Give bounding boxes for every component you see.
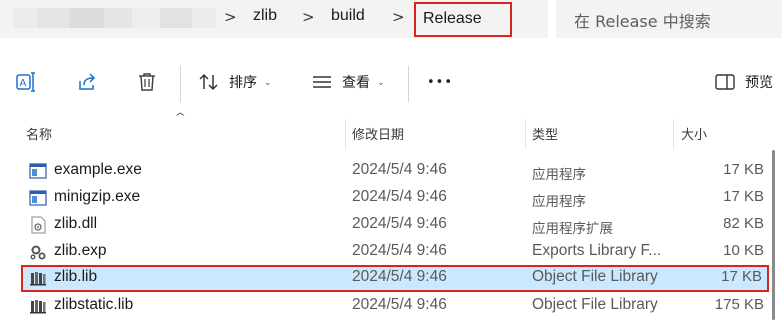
file-row[interactable]: example.exe 2024/5/4 9:46 应用程序 17 KB xyxy=(21,158,769,185)
file-size: 17 KB xyxy=(723,188,764,205)
view-button[interactable]: 查看 ⌄ xyxy=(311,64,385,100)
file-size: 17 KB xyxy=(721,268,762,285)
more-options-button[interactable]: ••• xyxy=(427,64,453,100)
exe-icon xyxy=(29,189,47,207)
file-modified-date: 2024/5/4 9:46 xyxy=(352,215,447,232)
column-header-type[interactable]: 类型 xyxy=(532,124,558,154)
search-placeholder: 在 Release 中搜索 xyxy=(574,12,711,31)
blurred-path-segment xyxy=(132,8,160,28)
chevron-right-icon: > xyxy=(224,8,237,26)
breadcrumb-current-release[interactable]: Release xyxy=(414,2,512,37)
breadcrumb-build[interactable]: build xyxy=(331,7,365,25)
scrollbar[interactable] xyxy=(772,150,775,320)
column-divider[interactable] xyxy=(673,119,674,149)
file-type: 应用程序 xyxy=(532,194,586,210)
blurred-path-segment xyxy=(38,8,70,28)
file-size: 10 KB xyxy=(723,242,764,259)
chevron-down-icon: ⌄ xyxy=(377,78,385,88)
lib-icon xyxy=(29,269,47,287)
share-icon xyxy=(79,73,96,90)
file-size: 175 KB xyxy=(714,296,764,313)
column-divider[interactable] xyxy=(525,119,526,149)
exe-icon xyxy=(29,162,47,180)
file-modified-date: 2024/5/4 9:46 xyxy=(352,161,447,178)
file-type: 应用程序 xyxy=(532,167,586,183)
file-name: zlib.exp xyxy=(54,242,107,259)
file-size: 17 KB xyxy=(723,161,764,178)
file-name: zlib.dll xyxy=(54,215,98,232)
file-name: zlib.lib xyxy=(54,268,98,285)
file-modified-date: 2024/5/4 9:46 xyxy=(352,268,447,285)
preview-label: 预览 xyxy=(745,75,773,91)
toolbar-divider xyxy=(180,66,181,102)
share-button[interactable] xyxy=(76,64,98,100)
sort-icon xyxy=(199,73,218,91)
file-size: 82 KB xyxy=(723,215,764,232)
file-name: minigzip.exe xyxy=(54,188,141,205)
more-icon: ••• xyxy=(427,74,454,90)
blurred-path-segment xyxy=(14,8,38,28)
file-row[interactable]: zlib.lib 2024/5/4 9:46 Object File Library… xyxy=(21,265,769,292)
dll-icon xyxy=(29,216,47,234)
rename-icon: A xyxy=(16,72,35,92)
rename-button[interactable]: A xyxy=(15,64,37,100)
view-label: 查看 xyxy=(342,75,370,91)
exp-icon xyxy=(29,243,47,261)
sort-button[interactable]: 排序 ⌄ xyxy=(198,64,272,100)
column-header-name[interactable]: 名称 xyxy=(26,124,52,154)
column-divider[interactable] xyxy=(345,119,346,149)
blurred-path-segment xyxy=(160,8,192,28)
chevron-right-icon: > xyxy=(392,8,405,26)
lib-icon xyxy=(29,297,47,315)
toolbar-divider xyxy=(408,66,409,102)
file-type: Object File Library xyxy=(532,268,658,285)
file-row[interactable]: minigzip.exe 2024/5/4 9:46 应用程序 17 KB xyxy=(21,185,769,212)
sort-label: 排序 xyxy=(229,75,257,91)
delete-button[interactable] xyxy=(136,64,158,100)
file-name: zlibstatic.lib xyxy=(54,296,134,313)
preview-pane-icon xyxy=(715,74,735,90)
file-modified-date: 2024/5/4 9:46 xyxy=(352,242,447,259)
file-modified-date: 2024/5/4 9:46 xyxy=(352,188,447,205)
blurred-path-segment xyxy=(192,8,216,28)
file-row[interactable]: zlibstatic.lib 2024/5/4 9:46 Object File L… xyxy=(21,293,769,320)
file-modified-date: 2024/5/4 9:46 xyxy=(352,296,447,313)
file-row[interactable]: zlib.exp 2024/5/4 9:46 Exports Library F..… xyxy=(21,239,769,266)
file-name: example.exe xyxy=(54,161,142,178)
preview-pane-button[interactable]: 预览 xyxy=(715,64,773,100)
file-type: 应用程序扩展 xyxy=(532,221,613,237)
file-type: Object File Library xyxy=(532,296,658,313)
breadcrumb-zlib[interactable]: zlib xyxy=(253,7,277,25)
file-type: Exports Library F... xyxy=(532,242,662,259)
view-list-icon xyxy=(313,76,331,88)
svg-text:A: A xyxy=(20,78,27,89)
file-row[interactable]: zlib.dll 2024/5/4 9:46 应用程序扩展 82 KB xyxy=(21,212,769,239)
address-bar[interactable]: > zlib > build > Release xyxy=(0,0,548,38)
blurred-path-segment xyxy=(104,8,132,28)
chevron-down-icon: ⌄ xyxy=(264,78,272,88)
trash-icon xyxy=(139,73,155,91)
search-input[interactable]: 在 Release 中搜索 xyxy=(556,0,782,38)
chevron-right-icon: > xyxy=(302,8,315,26)
column-header-date[interactable]: 修改日期 xyxy=(352,124,404,154)
column-header-size[interactable]: 大小 xyxy=(681,124,707,154)
blurred-path-segment xyxy=(70,8,104,28)
sort-ascending-caret-icon: ^ xyxy=(174,112,187,123)
